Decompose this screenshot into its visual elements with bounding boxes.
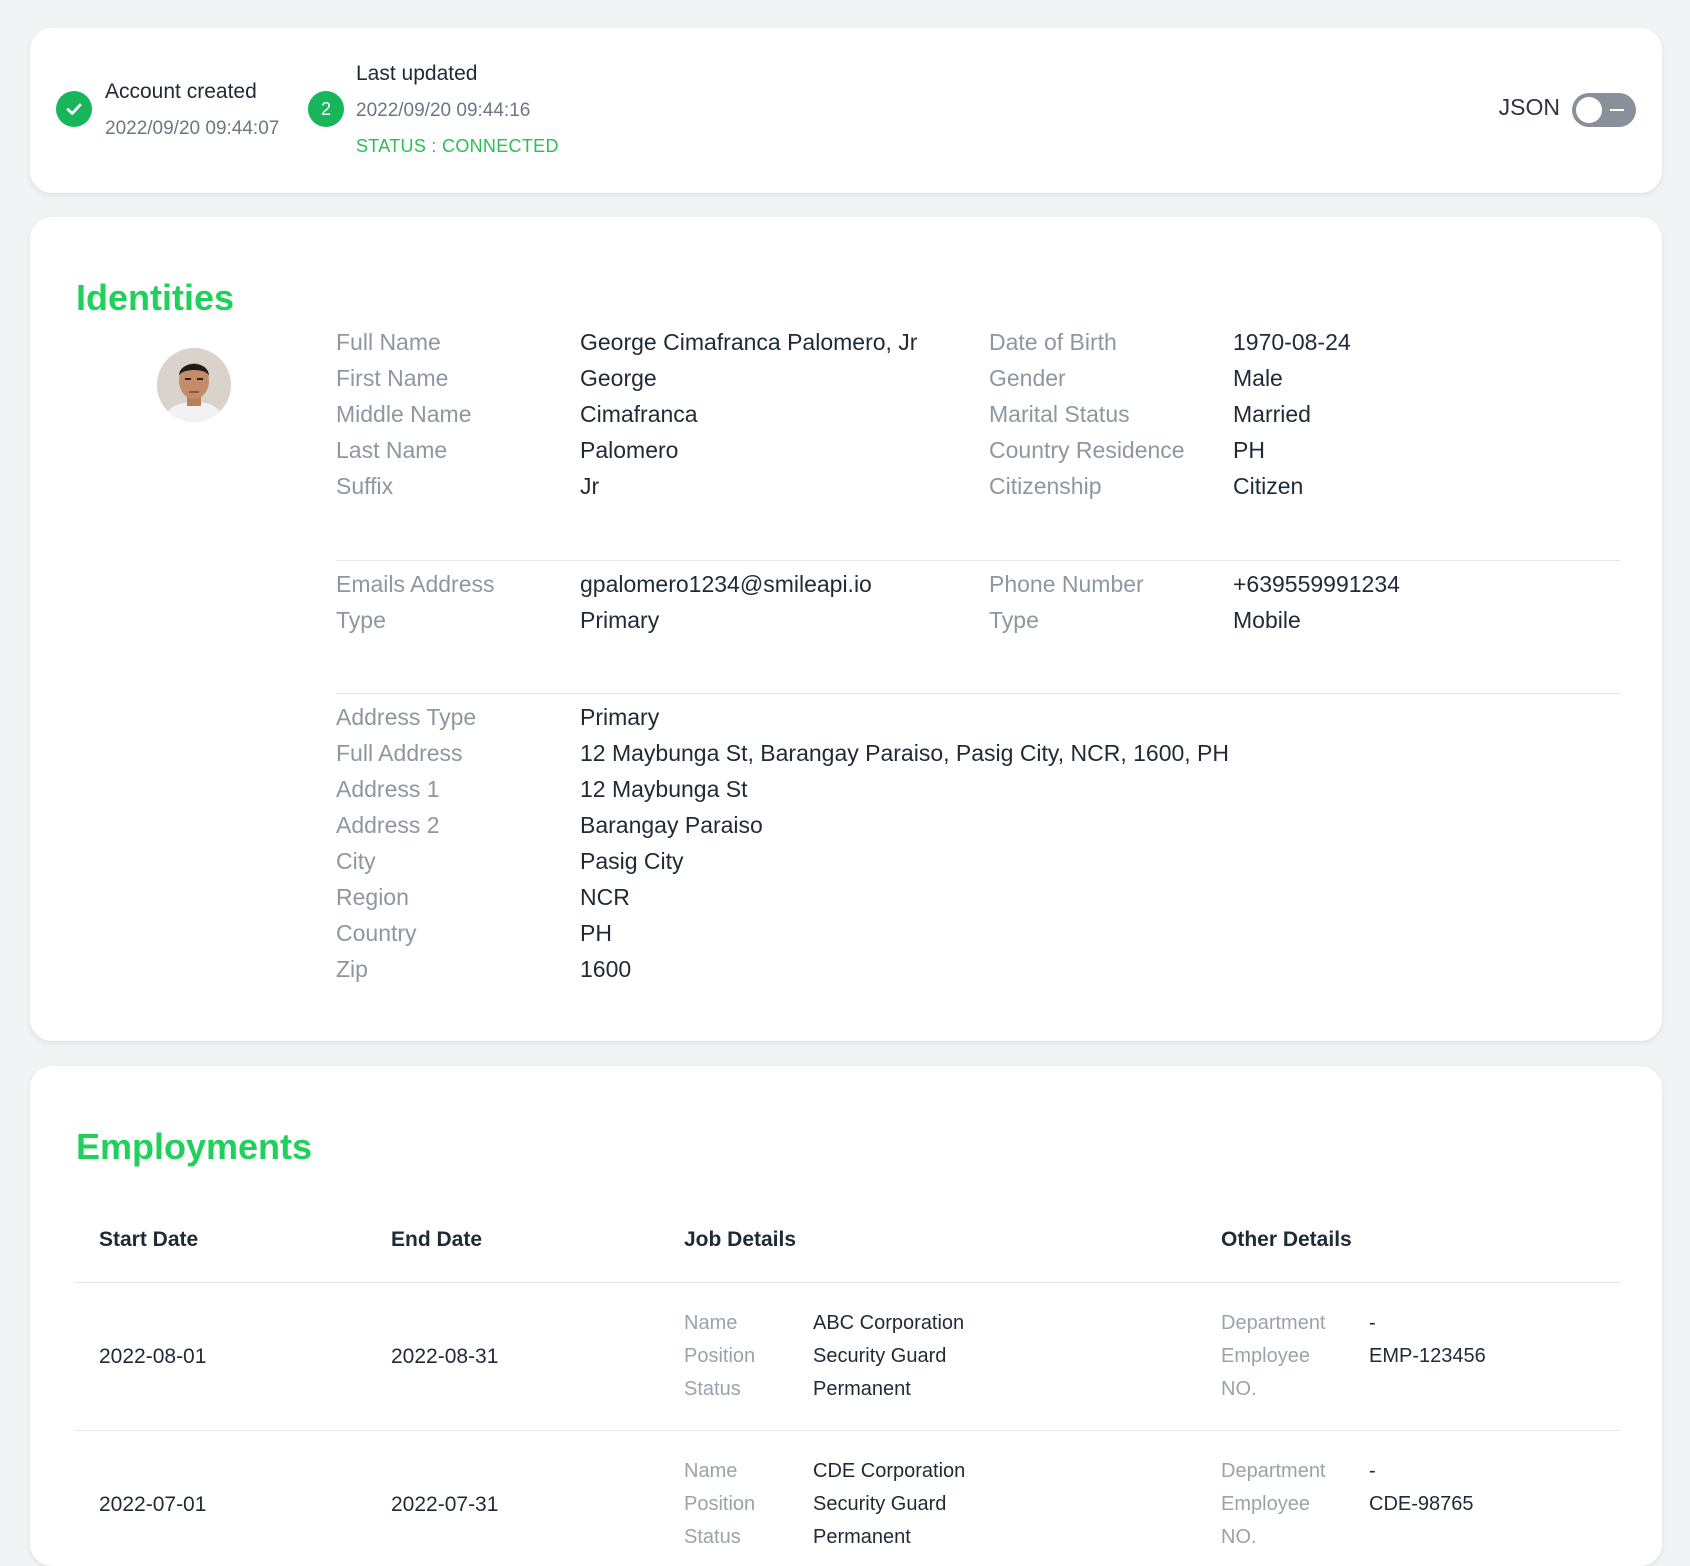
region-key: Region <box>336 884 409 910</box>
full-name-value: George Cimafranca Palomero, Jr <box>580 329 918 355</box>
full-address-key: Full Address <box>336 740 463 766</box>
employments-card: Employments Start Date End Date Job Deta… <box>30 1066 1662 1566</box>
citizenship-key: Citizenship <box>989 473 1102 499</box>
citizenship-value: Citizen <box>1233 473 1304 499</box>
address-type-key: Address Type <box>336 704 477 730</box>
city-value: Pasig City <box>580 848 684 874</box>
gender-key: Gender <box>989 365 1066 391</box>
end-date-cell: 2022-08-31 <box>391 1345 499 1368</box>
job-status-value: Permanent <box>813 1378 911 1400</box>
job-status-key: Status <box>684 1378 741 1400</box>
column-header-other-details: Other Details <box>1221 1228 1352 1251</box>
employee-no-value: EMP-123456 <box>1369 1345 1486 1367</box>
country-residence-key: Country Residence <box>989 437 1185 463</box>
email-key: Emails Address <box>336 571 495 597</box>
job-position-value: Security Guard <box>813 1345 947 1367</box>
toggle-knob <box>1576 97 1602 123</box>
zip-key: Zip <box>336 956 368 982</box>
city-key: City <box>336 848 376 874</box>
start-date-cell: 2022-07-01 <box>99 1493 207 1516</box>
end-date-cell: 2022-07-31 <box>391 1493 499 1516</box>
account-created-time: 2022/09/20 09:44:07 <box>105 118 280 139</box>
first-name-value: George <box>580 365 657 391</box>
start-date-cell: 2022-08-01 <box>99 1345 207 1368</box>
phone-type-key: Type <box>989 607 1039 633</box>
avatar <box>157 348 231 422</box>
column-header-job-details: Job Details <box>684 1228 797 1251</box>
department-key: Department <box>1221 1460 1326 1482</box>
toggle-off-icon <box>1610 109 1624 111</box>
json-toggle-label: JSON <box>1498 94 1560 120</box>
phone-key: Phone Number <box>989 571 1144 597</box>
department-key: Department <box>1221 1312 1326 1334</box>
employee-no-value: CDE-98765 <box>1369 1493 1474 1515</box>
marital-status-key: Marital Status <box>989 401 1130 427</box>
connection-status: STATUS : CONNECTED <box>356 136 559 156</box>
full-name-key: Full Name <box>336 329 441 355</box>
job-status-key: Status <box>684 1526 741 1548</box>
middle-name-value: Cimafranca <box>580 401 698 427</box>
email-type-key: Type <box>336 607 386 633</box>
job-name-key: Name <box>684 1460 738 1482</box>
last-updated-time: 2022/09/20 09:44:16 <box>356 100 531 121</box>
email-value: gpalomero1234@smileapi.io <box>580 571 872 597</box>
job-name-key: Name <box>684 1312 738 1334</box>
table-divider <box>75 1282 1620 1283</box>
json-toggle[interactable] <box>1572 93 1636 127</box>
step-number-badge: 2 <box>308 91 344 127</box>
account-created-label: Account created <box>105 80 257 103</box>
last-name-value: Palomero <box>580 437 679 463</box>
check-icon <box>56 91 92 127</box>
job-status-value: Permanent <box>813 1526 911 1548</box>
identities-card: Identities Full Name George Cimafranca P… <box>30 217 1662 1041</box>
department-value: - <box>1369 1460 1376 1482</box>
job-name-value: ABC Corporation <box>813 1312 965 1334</box>
email-type-value: Primary <box>580 607 660 633</box>
dob-value: 1970-08-24 <box>1233 329 1351 355</box>
dob-key: Date of Birth <box>989 329 1117 355</box>
first-name-key: First Name <box>336 365 449 391</box>
address-2-key: Address 2 <box>336 812 440 838</box>
job-name-value: CDE Corporation <box>813 1460 966 1482</box>
table-divider <box>75 1430 1620 1431</box>
region-value: NCR <box>580 884 630 910</box>
last-name-key: Last Name <box>336 437 448 463</box>
employee-no-key-continued: NO. <box>1221 1378 1257 1400</box>
job-position-key: Position <box>684 1493 756 1515</box>
last-updated-label: Last updated <box>356 62 478 85</box>
address-1-value: 12 Maybunga St <box>580 776 748 802</box>
suffix-key: Suffix <box>336 473 394 499</box>
divider <box>336 560 1620 561</box>
department-value: - <box>1369 1312 1376 1334</box>
status-card: Account created 2022/09/20 09:44:07 2 La… <box>30 28 1662 193</box>
zip-value: 1600 <box>580 956 632 982</box>
country-residence-value: PH <box>1233 437 1265 463</box>
middle-name-key: Middle Name <box>336 401 472 427</box>
column-header-start-date: Start Date <box>99 1228 199 1251</box>
address-2-value: Barangay Paraiso <box>580 812 763 838</box>
identities-title: Identities <box>76 277 235 318</box>
country-value: PH <box>580 920 612 946</box>
address-type-value: Primary <box>580 704 660 730</box>
suffix-value: Jr <box>580 473 600 499</box>
country-key: Country <box>336 920 417 946</box>
phone-value: +639559991234 <box>1233 571 1400 597</box>
gender-value: Male <box>1233 365 1283 391</box>
employee-no-key: Employee <box>1221 1493 1310 1515</box>
column-header-end-date: End Date <box>391 1228 483 1251</box>
employee-no-key: Employee <box>1221 1345 1310 1367</box>
job-position-key: Position <box>684 1345 756 1367</box>
employee-no-key-continued: NO. <box>1221 1526 1257 1548</box>
employments-title: Employments <box>76 1126 313 1167</box>
phone-type-value: Mobile <box>1233 607 1301 633</box>
marital-status-value: Married <box>1233 401 1311 427</box>
address-1-key: Address 1 <box>336 776 440 802</box>
job-position-value: Security Guard <box>813 1493 947 1515</box>
divider <box>336 693 1620 694</box>
full-address-value: 12 Maybunga St, Barangay Paraiso, Pasig … <box>580 740 1230 766</box>
